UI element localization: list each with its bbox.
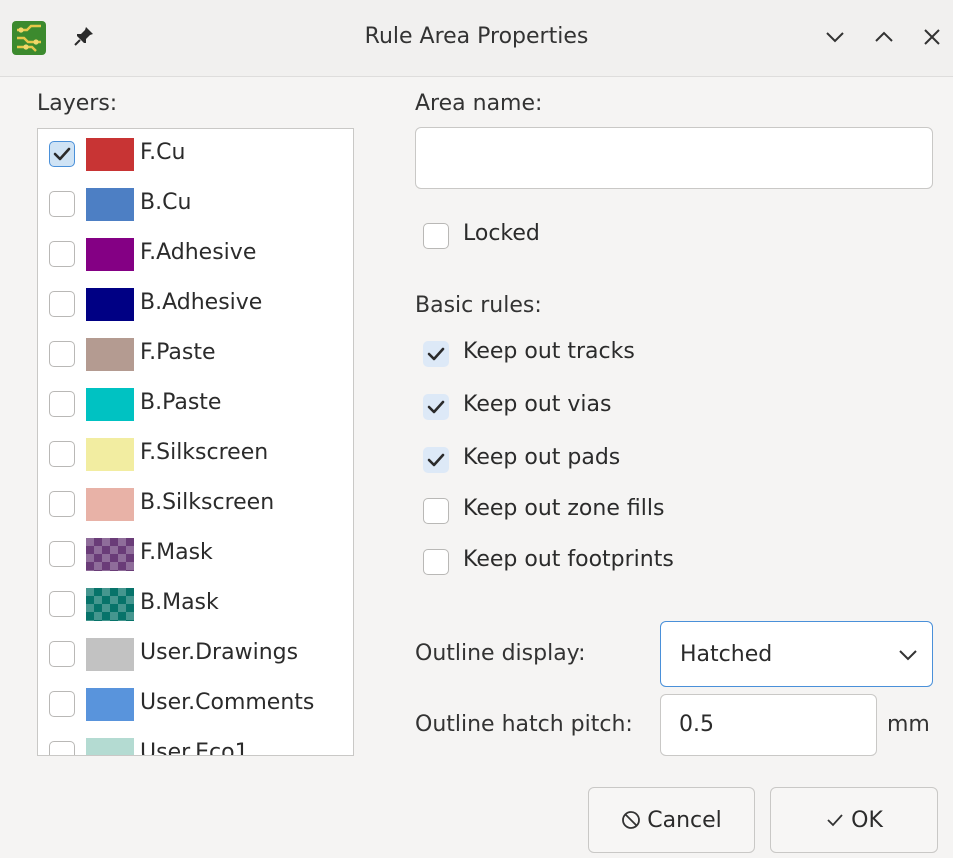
layer-row[interactable]: F.Silkscreen: [38, 429, 353, 479]
rule-label: Keep out tracks: [463, 339, 635, 364]
layer-checkbox[interactable]: [49, 191, 75, 217]
chevron-down-icon: [899, 650, 917, 661]
layer-row[interactable]: B.Mask: [38, 579, 353, 629]
layer-color-swatch: [86, 638, 134, 671]
layer-checkbox[interactable]: [49, 391, 75, 417]
layer-row[interactable]: F.Adhesive: [38, 229, 353, 279]
outline-display-value: Hatched: [680, 642, 773, 667]
layer-row[interactable]: B.Silkscreen: [38, 479, 353, 529]
cancel-button[interactable]: Cancel: [588, 787, 755, 853]
layers-heading: Layers:: [37, 91, 118, 116]
layer-name: B.Cu: [140, 190, 192, 215]
title-bar: Rule Area Properties: [0, 0, 953, 77]
rule-label: Keep out zone fills: [463, 496, 665, 521]
layer-name: User.Drawings: [140, 640, 299, 665]
chevron-down-icon: [826, 32, 844, 43]
layer-checkbox[interactable]: [49, 441, 75, 467]
layer-checkbox[interactable]: [49, 641, 75, 667]
layer-checkbox[interactable]: [49, 141, 75, 167]
maximize-button[interactable]: [871, 24, 897, 50]
layer-name: F.Cu: [140, 140, 186, 165]
rule-label: Keep out pads: [463, 445, 621, 470]
layer-color-swatch: [86, 288, 134, 321]
layer-name: F.Adhesive: [140, 240, 257, 265]
layer-row[interactable]: F.Paste: [38, 329, 353, 379]
layer-row[interactable]: B.Paste: [38, 379, 353, 429]
pitch-unit: mm: [887, 712, 930, 737]
layer-row[interactable]: B.Cu: [38, 179, 353, 229]
layer-name: B.Adhesive: [140, 290, 263, 315]
layer-color-swatch: [86, 588, 134, 621]
layer-row[interactable]: User.Drawings: [38, 629, 353, 679]
layer-row[interactable]: F.Cu: [38, 129, 353, 179]
outline-hatch-pitch-value: 0.5: [679, 712, 714, 737]
check-icon: [827, 814, 843, 827]
layer-color-swatch: [86, 738, 134, 755]
outline-display-label: Outline display:: [415, 641, 586, 666]
layer-color-swatch: [86, 138, 134, 171]
close-button[interactable]: [919, 24, 945, 50]
cancel-label: Cancel: [647, 808, 722, 833]
layer-name: User.Comments: [140, 690, 315, 715]
window-title: Rule Area Properties: [364, 24, 589, 49]
layer-color-swatch: [86, 538, 134, 571]
chevron-up-icon: [875, 31, 893, 42]
ok-button[interactable]: OK: [770, 787, 938, 853]
layer-checkbox[interactable]: [49, 491, 75, 517]
layer-checkbox[interactable]: [49, 741, 75, 755]
layer-name: F.Silkscreen: [140, 440, 269, 465]
layer-row[interactable]: User.Comments: [38, 679, 353, 729]
layer-color-swatch: [86, 488, 134, 521]
rule-checkbox[interactable]: [423, 549, 449, 575]
layer-name: F.Paste: [140, 340, 216, 365]
basic-rules-heading: Basic rules:: [415, 293, 542, 318]
ok-label: OK: [851, 808, 883, 833]
layer-name: B.Paste: [140, 390, 222, 415]
cancel-icon: [622, 811, 641, 829]
layer-color-swatch: [86, 338, 134, 371]
layer-name: B.Silkscreen: [140, 490, 275, 515]
layer-checkbox[interactable]: [49, 241, 75, 267]
layer-checkbox[interactable]: [49, 691, 75, 717]
rule-checkbox[interactable]: [423, 341, 449, 367]
checkmark-icon: [427, 400, 445, 414]
rule-checkbox[interactable]: [423, 394, 449, 420]
outline-display-select[interactable]: Hatched: [660, 621, 933, 687]
area-name-label: Area name:: [415, 91, 543, 116]
layer-checkbox[interactable]: [49, 541, 75, 567]
layer-row[interactable]: F.Mask: [38, 529, 353, 579]
layer-color-swatch: [86, 238, 134, 271]
close-icon: [924, 29, 940, 45]
checkmark-icon: [427, 347, 445, 361]
area-name-input[interactable]: [415, 127, 933, 189]
checkmark-icon: [427, 453, 445, 467]
layer-name: F.Mask: [140, 540, 213, 565]
rule-label: Keep out vias: [463, 392, 612, 417]
minimize-button[interactable]: [822, 24, 848, 50]
outline-hatch-pitch-label: Outline hatch pitch:: [415, 712, 633, 737]
locked-label: Locked: [463, 221, 540, 246]
rule-label: Keep out footprints: [463, 547, 674, 572]
layer-checkbox[interactable]: [49, 591, 75, 617]
checkmark-icon: [53, 147, 71, 161]
layer-color-swatch: [86, 438, 134, 471]
outline-hatch-pitch-input[interactable]: 0.5: [660, 694, 877, 756]
layer-checkbox[interactable]: [49, 341, 75, 367]
layer-color-swatch: [86, 688, 134, 721]
layer-name: User.Eco1: [140, 740, 249, 756]
rule-checkbox[interactable]: [423, 447, 449, 473]
layer-color-swatch: [86, 188, 134, 221]
layer-checkbox[interactable]: [49, 291, 75, 317]
rule-checkbox[interactable]: [423, 498, 449, 524]
layer-list[interactable]: F.Cu B.Cu F.Adhesive B.Adhesive F.Paste B.Pas…: [37, 128, 354, 756]
layer-row[interactable]: User.Eco1: [38, 729, 353, 756]
locked-checkbox[interactable]: [423, 223, 449, 249]
layer-row[interactable]: B.Adhesive: [38, 279, 353, 329]
layer-name: B.Mask: [140, 590, 219, 615]
layer-color-swatch: [86, 388, 134, 421]
